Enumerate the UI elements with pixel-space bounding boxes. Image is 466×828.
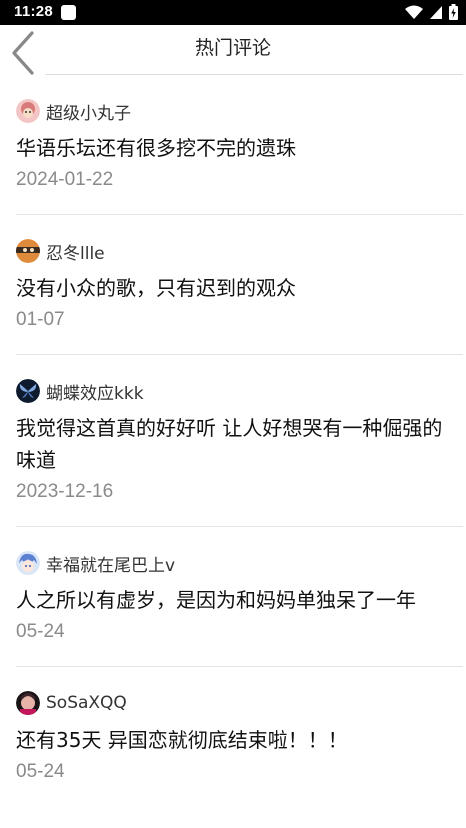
comment-item: SoSaXQQ 还有35天 异国恋就彻底结束啦！！！ 05-24 (16, 667, 463, 806)
comment-date: 05-24 (16, 621, 65, 642)
comment-user[interactable]: 忍冬llle (16, 239, 463, 264)
comment-user[interactable]: 幸福就在尾巴上v (16, 551, 463, 576)
wifi-icon (405, 5, 423, 19)
notification-icon (61, 5, 76, 20)
comment-user[interactable]: SoSaXQQ (16, 691, 463, 715)
comment-date: 05-24 (16, 761, 65, 782)
comment-username[interactable]: 忍冬llle (46, 239, 105, 264)
avatar[interactable] (16, 379, 40, 403)
signal-icon (430, 5, 442, 19)
comment-list: 超级小丸子 华语乐坛还有很多挖不完的遗珠 2024-01-22 忍冬llle 没… (0, 75, 466, 806)
comment-content: 还有35天 异国恋就彻底结束啦！！！ (16, 728, 348, 752)
comment-user[interactable]: 蝴蝶效应kkk (16, 379, 463, 404)
page-title: 热门评论 (194, 37, 271, 59)
comment-item: 超级小丸子 华语乐坛还有很多挖不完的遗珠 2024-01-22 (16, 75, 463, 215)
status-bar: 11:28 (0, 0, 466, 25)
comment-item: 幸福就在尾巴上v 人之所以有虚岁，是因为和妈妈单独呆了一年 05-24 (16, 527, 463, 667)
comment-content: 人之所以有虚岁，是因为和妈妈单独呆了一年 (16, 588, 416, 612)
comment-item: 蝴蝶效应kkk 我觉得这首真的好好听 让人好想哭有一种倔强的味道 2023-12… (16, 355, 463, 527)
comment-username[interactable]: SoSaXQQ (46, 693, 127, 713)
app-header: 热门评论 (0, 25, 466, 75)
comment-item: 忍冬llle 没有小众的歌，只有迟到的观众 01-07 (16, 215, 463, 355)
avatar[interactable] (16, 239, 40, 263)
avatar[interactable] (16, 99, 40, 123)
avatar[interactable] (16, 551, 40, 575)
comment-content: 华语乐坛还有很多挖不完的遗珠 (16, 136, 296, 160)
comment-date: 01-07 (16, 309, 65, 330)
battery-icon (449, 4, 458, 20)
comment-content: 没有小众的歌，只有迟到的观众 (16, 276, 296, 300)
status-icons (405, 4, 458, 20)
comment-content: 我觉得这首真的好好听 让人好想哭有一种倔强的味道 (16, 416, 443, 472)
comment-username[interactable]: 超级小丸子 (46, 99, 131, 124)
comment-username[interactable]: 蝴蝶效应kkk (46, 379, 144, 404)
comment-user[interactable]: 超级小丸子 (16, 99, 463, 124)
comment-date: 2023-12-16 (16, 481, 114, 502)
comment-username[interactable]: 幸福就在尾巴上v (46, 551, 175, 576)
comment-date: 2024-01-22 (16, 169, 114, 190)
avatar[interactable] (16, 691, 40, 715)
status-time: 11:28 (14, 3, 54, 20)
